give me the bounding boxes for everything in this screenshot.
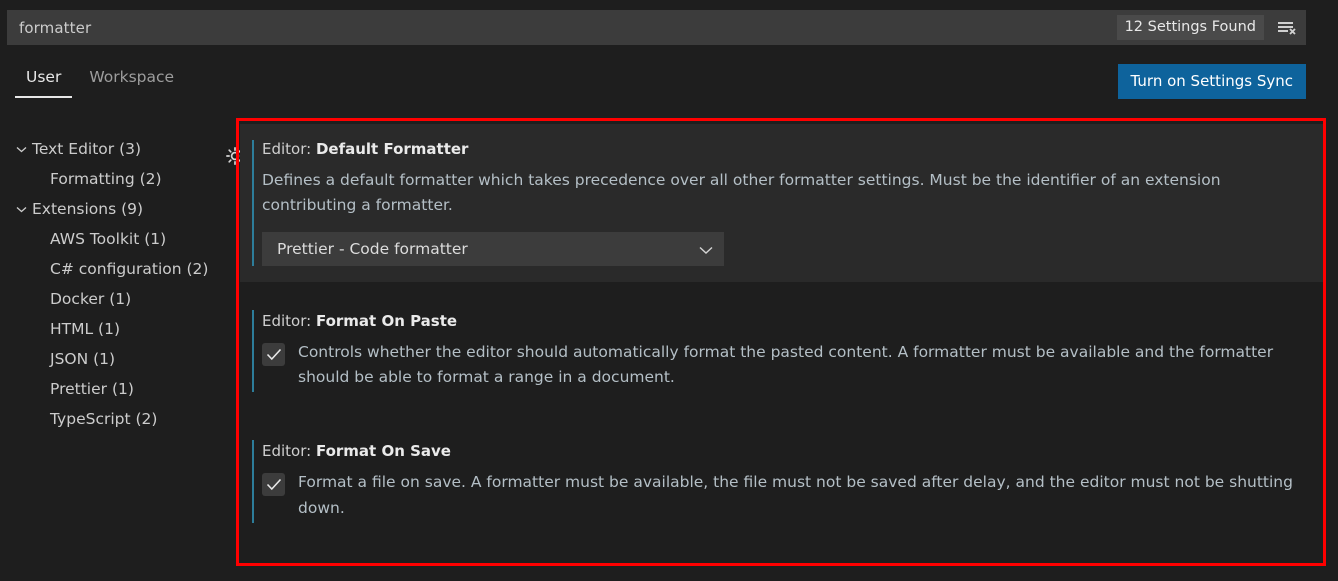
check-icon: [266, 479, 281, 491]
setting-description: Defines a default formatter which takes …: [262, 171, 1221, 215]
setting-title: Editor: Format On Save: [262, 442, 1304, 460]
setting-body: Format a file on save. A formatter must …: [262, 470, 1304, 520]
sidebar-item-label: HTML (1): [50, 320, 121, 338]
format-on-paste-checkbox[interactable]: [262, 343, 285, 367]
setting-category: Editor:: [262, 140, 316, 158]
sidebar-item-text-editor[interactable]: Text Editor (3): [0, 134, 232, 164]
setting-item-default-formatter[interactable]: Editor: Default Formatter Defines a defa…: [240, 124, 1324, 283]
sidebar-item-csharp-configuration[interactable]: C# configuration (2): [0, 254, 232, 284]
clear-filter-icon[interactable]: [1272, 13, 1302, 43]
setting-body: Controls whether the editor should autom…: [262, 340, 1304, 390]
chevron-down-icon: [699, 240, 713, 259]
setting-title: Editor: Format On Paste: [262, 312, 1304, 330]
setting-title: Editor: Default Formatter: [262, 140, 1304, 158]
setting-name: Default Formatter: [315, 140, 469, 158]
setting-name: Format On Paste: [315, 312, 458, 331]
sidebar-item-json[interactable]: JSON (1): [0, 344, 232, 374]
settings-editor: 12 Settings Found User Workspace Turn on…: [0, 0, 1338, 581]
default-formatter-dropdown[interactable]: Prettier - Code formatter: [262, 232, 724, 267]
tab-workspace[interactable]: Workspace: [75, 58, 188, 98]
sidebar-item-label: Prettier (1): [50, 380, 134, 398]
sidebar-item-formatting[interactable]: Formatting (2): [0, 164, 232, 194]
search-input[interactable]: [7, 10, 1117, 45]
sidebar-item-html[interactable]: HTML (1): [0, 314, 232, 344]
settings-toc-tree: Text Editor (3) Formatting (2) Extension…: [0, 128, 232, 581]
sidebar-item-prettier[interactable]: Prettier (1): [0, 374, 232, 404]
sidebar-item-docker[interactable]: Docker (1): [0, 284, 232, 314]
setting-description: Format a file on save. A formatter must …: [298, 473, 1293, 517]
setting-item-format-on-save[interactable]: Editor: Format On Save Format a file on …: [240, 426, 1324, 536]
results-count-badge: 12 Settings Found: [1116, 14, 1264, 41]
setting-category: Editor:: [262, 442, 316, 461]
chevron-down-icon: [12, 200, 30, 218]
sidebar-item-typescript[interactable]: TypeScript (2): [0, 404, 232, 434]
setting-description: Controls whether the editor should autom…: [298, 343, 1274, 387]
sidebar-item-label: TypeScript (2): [50, 410, 158, 428]
sidebar-item-label: Extensions (9): [32, 200, 144, 218]
check-icon: [266, 349, 281, 361]
sidebar-item-label: C# configuration (2): [50, 260, 209, 278]
sidebar-item-label: AWS Toolkit (1): [50, 230, 167, 248]
sidebar-item-label: JSON (1): [50, 350, 116, 368]
setting-name: Format On Save: [315, 442, 451, 461]
tab-user[interactable]: User: [12, 58, 75, 98]
chevron-down-icon: [12, 140, 30, 158]
format-on-save-checkbox[interactable]: [262, 473, 285, 497]
setting-category: Editor:: [262, 312, 316, 331]
sidebar-item-label: Formatting (2): [50, 170, 162, 188]
sidebar-item-aws-toolkit[interactable]: AWS Toolkit (1): [0, 224, 232, 254]
settings-tabs: User Workspace: [12, 58, 188, 104]
settings-list: Editor: Default Formatter Defines a defa…: [240, 124, 1324, 570]
sidebar-item-extensions[interactable]: Extensions (9): [0, 194, 232, 224]
settings-tabs-bar: User Workspace Turn on Settings Sync: [0, 58, 1338, 104]
settings-search-bar: 12 Settings Found: [7, 10, 1306, 45]
setting-item-format-on-paste[interactable]: Editor: Format On Paste Controls whether…: [240, 296, 1324, 406]
sidebar-item-label: Text Editor (3): [32, 140, 142, 158]
sidebar-item-label: Docker (1): [50, 290, 132, 308]
turn-on-settings-sync-button[interactable]: Turn on Settings Sync: [1117, 64, 1306, 99]
dropdown-selected-value: Prettier - Code formatter: [277, 240, 468, 259]
